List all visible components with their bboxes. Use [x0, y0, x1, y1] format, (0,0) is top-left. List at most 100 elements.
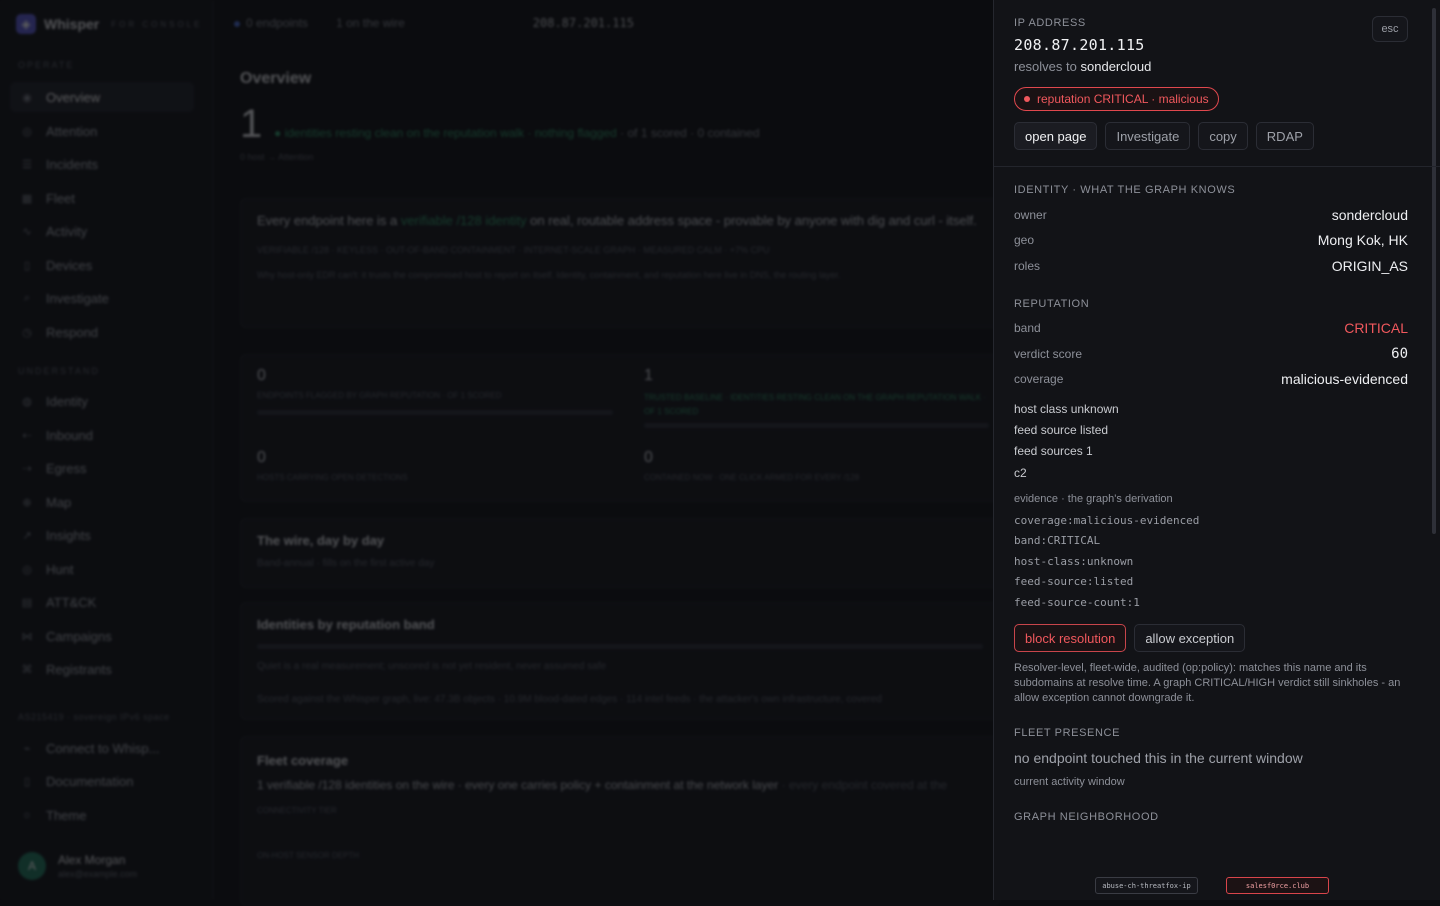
wire-title: The wire, day by day	[257, 533, 385, 548]
sidebar-item-registrants[interactable]: ⌘ Registrants	[10, 654, 194, 684]
sidebar-item-activity[interactable]: ∿ Activity	[10, 216, 194, 246]
intro-card: Every endpoint here is a verifiable /128…	[240, 198, 1000, 328]
action-buttons: open page Investigate copy RDAP	[1014, 122, 1408, 150]
wire-meta: Band-annual · fills on the first active …	[257, 558, 435, 569]
network-icon: ⋈	[21, 630, 33, 643]
fact-feed-sources: feed sources 1	[1014, 444, 1093, 458]
stat-flagged: 0 ENDPOINTS FLAGGED BY GRAPH REPUTATION …	[257, 367, 613, 415]
sidebar-item-insights[interactable]: ↗ Insights	[10, 520, 194, 550]
policy-buttons: block resolution allow exception	[1014, 624, 1408, 652]
open-page-button[interactable]: open page	[1014, 122, 1098, 150]
device-icon: ▯	[23, 259, 31, 272]
fleet-section-label: FLEET PRESENCE	[1014, 727, 1121, 739]
sidebar-item-documentation[interactable]: ▯ Documentation	[10, 766, 194, 796]
matrix-icon: ▤	[21, 596, 33, 609]
sidebar-item-investigate[interactable]: ⌕ Investigate	[10, 283, 194, 313]
drawer-scrollbar[interactable]	[1432, 8, 1436, 534]
identity-count: 1	[240, 102, 263, 146]
resolved-host[interactable]: sondercloud	[1081, 59, 1152, 74]
fingerprint-icon: ◍	[22, 395, 32, 408]
sidebar-item-overview[interactable]: ◉ Overview	[10, 82, 194, 112]
reputation-card: Identities by reputation band Quiet is a…	[240, 602, 1000, 720]
sidebar-item-respond[interactable]: ◷ Respond	[10, 317, 194, 347]
ip-label: IP ADDRESS	[1014, 17, 1086, 29]
status-dot-icon	[234, 21, 240, 27]
fleet-presence-note: no endpoint touched this in the current …	[1014, 750, 1303, 766]
intro-para: Why host-only EDR can't: it trusts the c…	[257, 270, 841, 280]
sidebar-item-egress[interactable]: ⇢ Egress	[10, 453, 194, 483]
wire-status: 1 on the wire	[336, 16, 405, 30]
sidebar-item-theme[interactable]: ☼ Theme	[10, 800, 194, 830]
identity-owner: owner sondercloud	[1014, 207, 1408, 223]
overview-summary: ● identities resting clean on the reputa…	[274, 126, 760, 140]
ip-value: 208.87.201.115	[1014, 36, 1145, 54]
sidebar-item-map[interactable]: ⊕ Map	[10, 487, 194, 517]
search-icon: ⌕	[23, 291, 31, 304]
sidebar-item-connect[interactable]: ⌁ Connect to Whisp...	[10, 733, 194, 763]
egress-icon: ⇢	[22, 462, 32, 475]
evidence-item: host-class:unknown	[1014, 555, 1134, 568]
target-icon: ◎	[22, 563, 32, 576]
graph-node-malicious[interactable]: salesf0rce.club	[1226, 877, 1329, 894]
fleet-card: Fleet coverage 1 verifiable /128 identit…	[240, 736, 1000, 906]
reputation-band: band CRITICAL	[1014, 320, 1408, 336]
ip-detail-drawer: IP ADDRESS esc 208.87.201.115 resolves t…	[993, 0, 1440, 900]
policy-description: Resolver-level, fleet-wide, audited (op:…	[1014, 662, 1401, 704]
overview-main: Overview 1 ● identities resting clean on…	[240, 70, 1000, 906]
top-bar: 0 endpoints 1 on the wire 208.87.201.115	[214, 0, 994, 46]
evidence-item: feed-source:listed	[1014, 575, 1134, 588]
sidebar-item-attack[interactable]: ▤ ATT&CK	[10, 587, 194, 617]
copy-button[interactable]: copy	[1198, 122, 1248, 150]
intro-tags: VERIFIABLE /128 · KEYLESS · OUT-OF-BAND …	[257, 245, 770, 255]
reputation-foot: Scored against the Whisper graph, live: …	[257, 694, 882, 705]
fact-c2: c2	[1014, 466, 1027, 480]
sidebar-item-attention[interactable]: ◎ Attention	[10, 116, 194, 146]
investigate-button[interactable]: Investigate	[1105, 122, 1191, 150]
sidebar-item-identity[interactable]: ◍ Identity	[10, 386, 194, 416]
page-title: Overview	[240, 70, 312, 87]
user-profile[interactable]: A Alex Morgan alex@example.com	[18, 852, 137, 880]
allow-exception-button[interactable]: allow exception	[1134, 624, 1246, 652]
identity-section-label: IDENTITY · WHAT THE GRAPH KNOWS	[1014, 184, 1236, 196]
block-resolution-button[interactable]: block resolution	[1014, 624, 1127, 652]
nav-section-operate: OPERATE	[18, 60, 75, 70]
sidebar: ◈ Whisper FOR CONSOLE OPERATE ◉ Overview …	[0, 0, 214, 900]
graph-node[interactable]: abuse-ch-threatfox-ip	[1095, 877, 1198, 894]
sidebar-item-fleet[interactable]: ▦ Fleet	[10, 183, 194, 213]
fleet-window: current activity window	[1014, 776, 1125, 788]
nav-section-understand: UNDERSTAND	[18, 366, 100, 376]
fleet-depth: ON-HOST SENSOR DEPTH	[257, 851, 360, 860]
intro-text: Every endpoint here is a verifiable /128…	[257, 213, 977, 228]
identity-geo: geo Mong Kok, HK	[1014, 232, 1408, 248]
brand-subtitle: FOR CONSOLE	[111, 19, 203, 29]
stat-baseline: 1 TRUSTED BASELINE · IDENTITIES RESTING …	[644, 367, 989, 428]
sidebar-item-incidents[interactable]: ☰ Incidents	[10, 149, 194, 179]
reputation-section-label: REPUTATION	[1014, 298, 1090, 310]
endpoints-status: 0 endpoints	[234, 16, 308, 30]
reputation-verdict-score: verdict score 60	[1014, 346, 1408, 362]
rdap-button[interactable]: RDAP	[1255, 122, 1314, 150]
brand[interactable]: ◈ Whisper FOR CONSOLE	[16, 14, 202, 34]
neighborhood-section-label: GRAPH NEIGHBORHOOD	[1014, 811, 1159, 823]
sidebar-item-campaigns[interactable]: ⋈ Campaigns	[10, 621, 194, 651]
top-ip-search[interactable]: 208.87.201.115	[533, 16, 634, 30]
divider	[994, 166, 1440, 167]
eye-icon: ◉	[22, 91, 32, 104]
book-icon: ▯	[23, 775, 31, 788]
plug-icon: ⌁	[23, 742, 31, 755]
fleet-line: 1 verifiable /128 identities on the wire…	[257, 778, 948, 792]
sidebar-item-inbound[interactable]: ⇠ Inbound	[10, 420, 194, 450]
alert-icon: ◎	[22, 125, 32, 138]
avatar: A	[18, 852, 46, 880]
evidence-label: evidence · the graph's derivation	[1014, 493, 1173, 505]
fleet-tier: CONNECTIVITY TIER	[257, 806, 337, 815]
stats-card: 0 ENDPOINTS FLAGGED BY GRAPH REPUTATION …	[240, 354, 1000, 502]
reputation-badge-row: reputation CRITICAL · malicious	[1014, 87, 1408, 111]
critical-dot-icon	[1024, 96, 1030, 102]
sidebar-item-devices[interactable]: ▯ Devices	[10, 250, 194, 280]
whisper-logo-icon: ◈	[16, 14, 36, 34]
sidebar-item-hunt[interactable]: ◎ Hunt	[10, 554, 194, 584]
user-email: alex@example.com	[58, 869, 138, 879]
fact-feed-source: feed source listed	[1014, 423, 1109, 437]
user-name: Alex Morgan	[58, 853, 126, 867]
